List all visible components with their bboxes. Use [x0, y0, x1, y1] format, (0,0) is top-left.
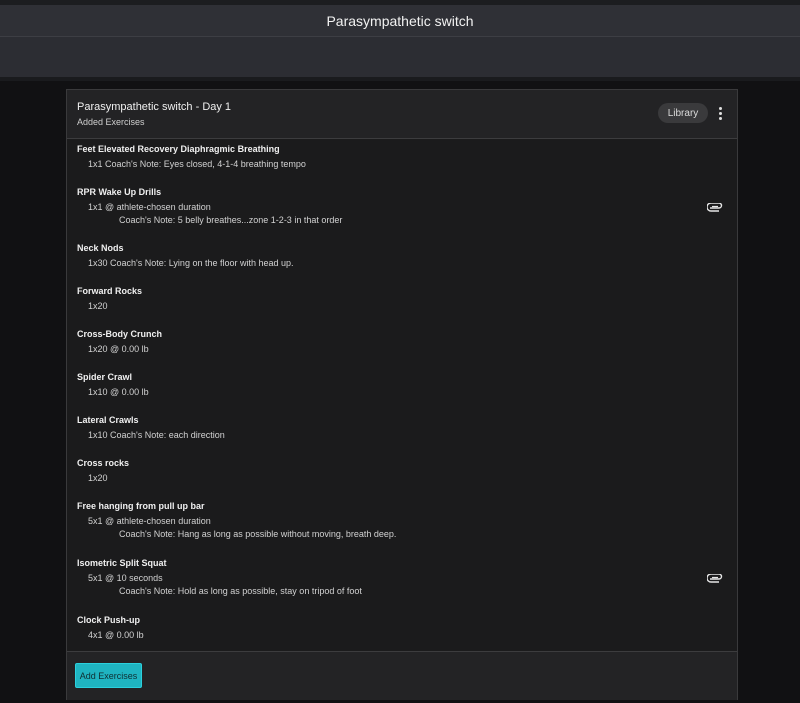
exercise-prescription: 1x20	[88, 301, 108, 311]
toolbar	[0, 36, 800, 77]
exercise-name: Free hanging from pull up bar	[77, 501, 205, 511]
library-button[interactable]: Library	[658, 103, 708, 123]
paperclip-icon[interactable]	[707, 574, 723, 584]
exercise-prescription: 1x10 Coach's Note: each direction	[88, 430, 225, 440]
exercise-name: RPR Wake Up Drills	[77, 187, 162, 197]
exercise-prescription: 1x10 @ 0.00 lb	[88, 387, 149, 397]
exercise-name: Lateral Crawls	[77, 415, 139, 425]
exercise-prescription: 1x1 @ athlete-chosen duration	[88, 202, 211, 212]
card-subtitle: Added Exercises	[77, 117, 145, 127]
exercise-prescription: 1x20 @ 0.00 lb	[88, 344, 149, 354]
exercise-name: Clock Push-up	[77, 615, 141, 625]
more-vert-icon[interactable]	[714, 103, 726, 123]
exercise-prescription: 1x20	[88, 473, 108, 483]
card-header: Parasympathetic switch - Day 1 Added Exe…	[67, 90, 737, 139]
exercise-name: Feet Elevated Recovery Diaphragmic Breat…	[77, 144, 280, 154]
program-card: Parasympathetic switch - Day 1 Added Exe…	[66, 89, 738, 700]
exercise-prescription: 1x30 Coach's Note: Lying on the floor wi…	[88, 258, 294, 268]
exercise-note: Coach's Note: 5 belly breathes...zone 1-…	[119, 215, 343, 225]
toolbar-shadow	[0, 77, 800, 81]
exercise-name: Isometric Split Squat	[77, 558, 167, 568]
exercise-name: Spider Crawl	[77, 372, 133, 382]
exercise-prescription: 1x1 Coach's Note: Eyes closed, 4-1-4 bre…	[88, 159, 306, 169]
exercise-name: Forward Rocks	[77, 286, 143, 296]
exercise-prescription: 5x1 @ 10 seconds	[88, 573, 163, 583]
add-exercises-button[interactable]: Add Exercises	[75, 663, 142, 688]
card-title: Parasympathetic switch - Day 1	[77, 101, 232, 113]
exercise-note: Coach's Note: Hold as long as possible, …	[119, 586, 362, 596]
exercise-prescription: 5x1 @ athlete-chosen duration	[88, 516, 211, 526]
page-title: Parasympathetic switch	[326, 12, 474, 29]
exercise-prescription: 4x1 @ 0.00 lb	[88, 630, 144, 640]
paperclip-icon[interactable]	[707, 203, 723, 213]
exercise-note: Coach's Note: Hang as long as possible w…	[119, 529, 397, 539]
card-footer: Add Exercises	[67, 651, 737, 700]
exercise-name: Cross-Body Crunch	[77, 329, 163, 339]
exercise-name: Neck Nods	[77, 243, 124, 253]
app-header: Parasympathetic switch	[0, 5, 800, 36]
exercise-name: Cross rocks	[77, 458, 130, 468]
